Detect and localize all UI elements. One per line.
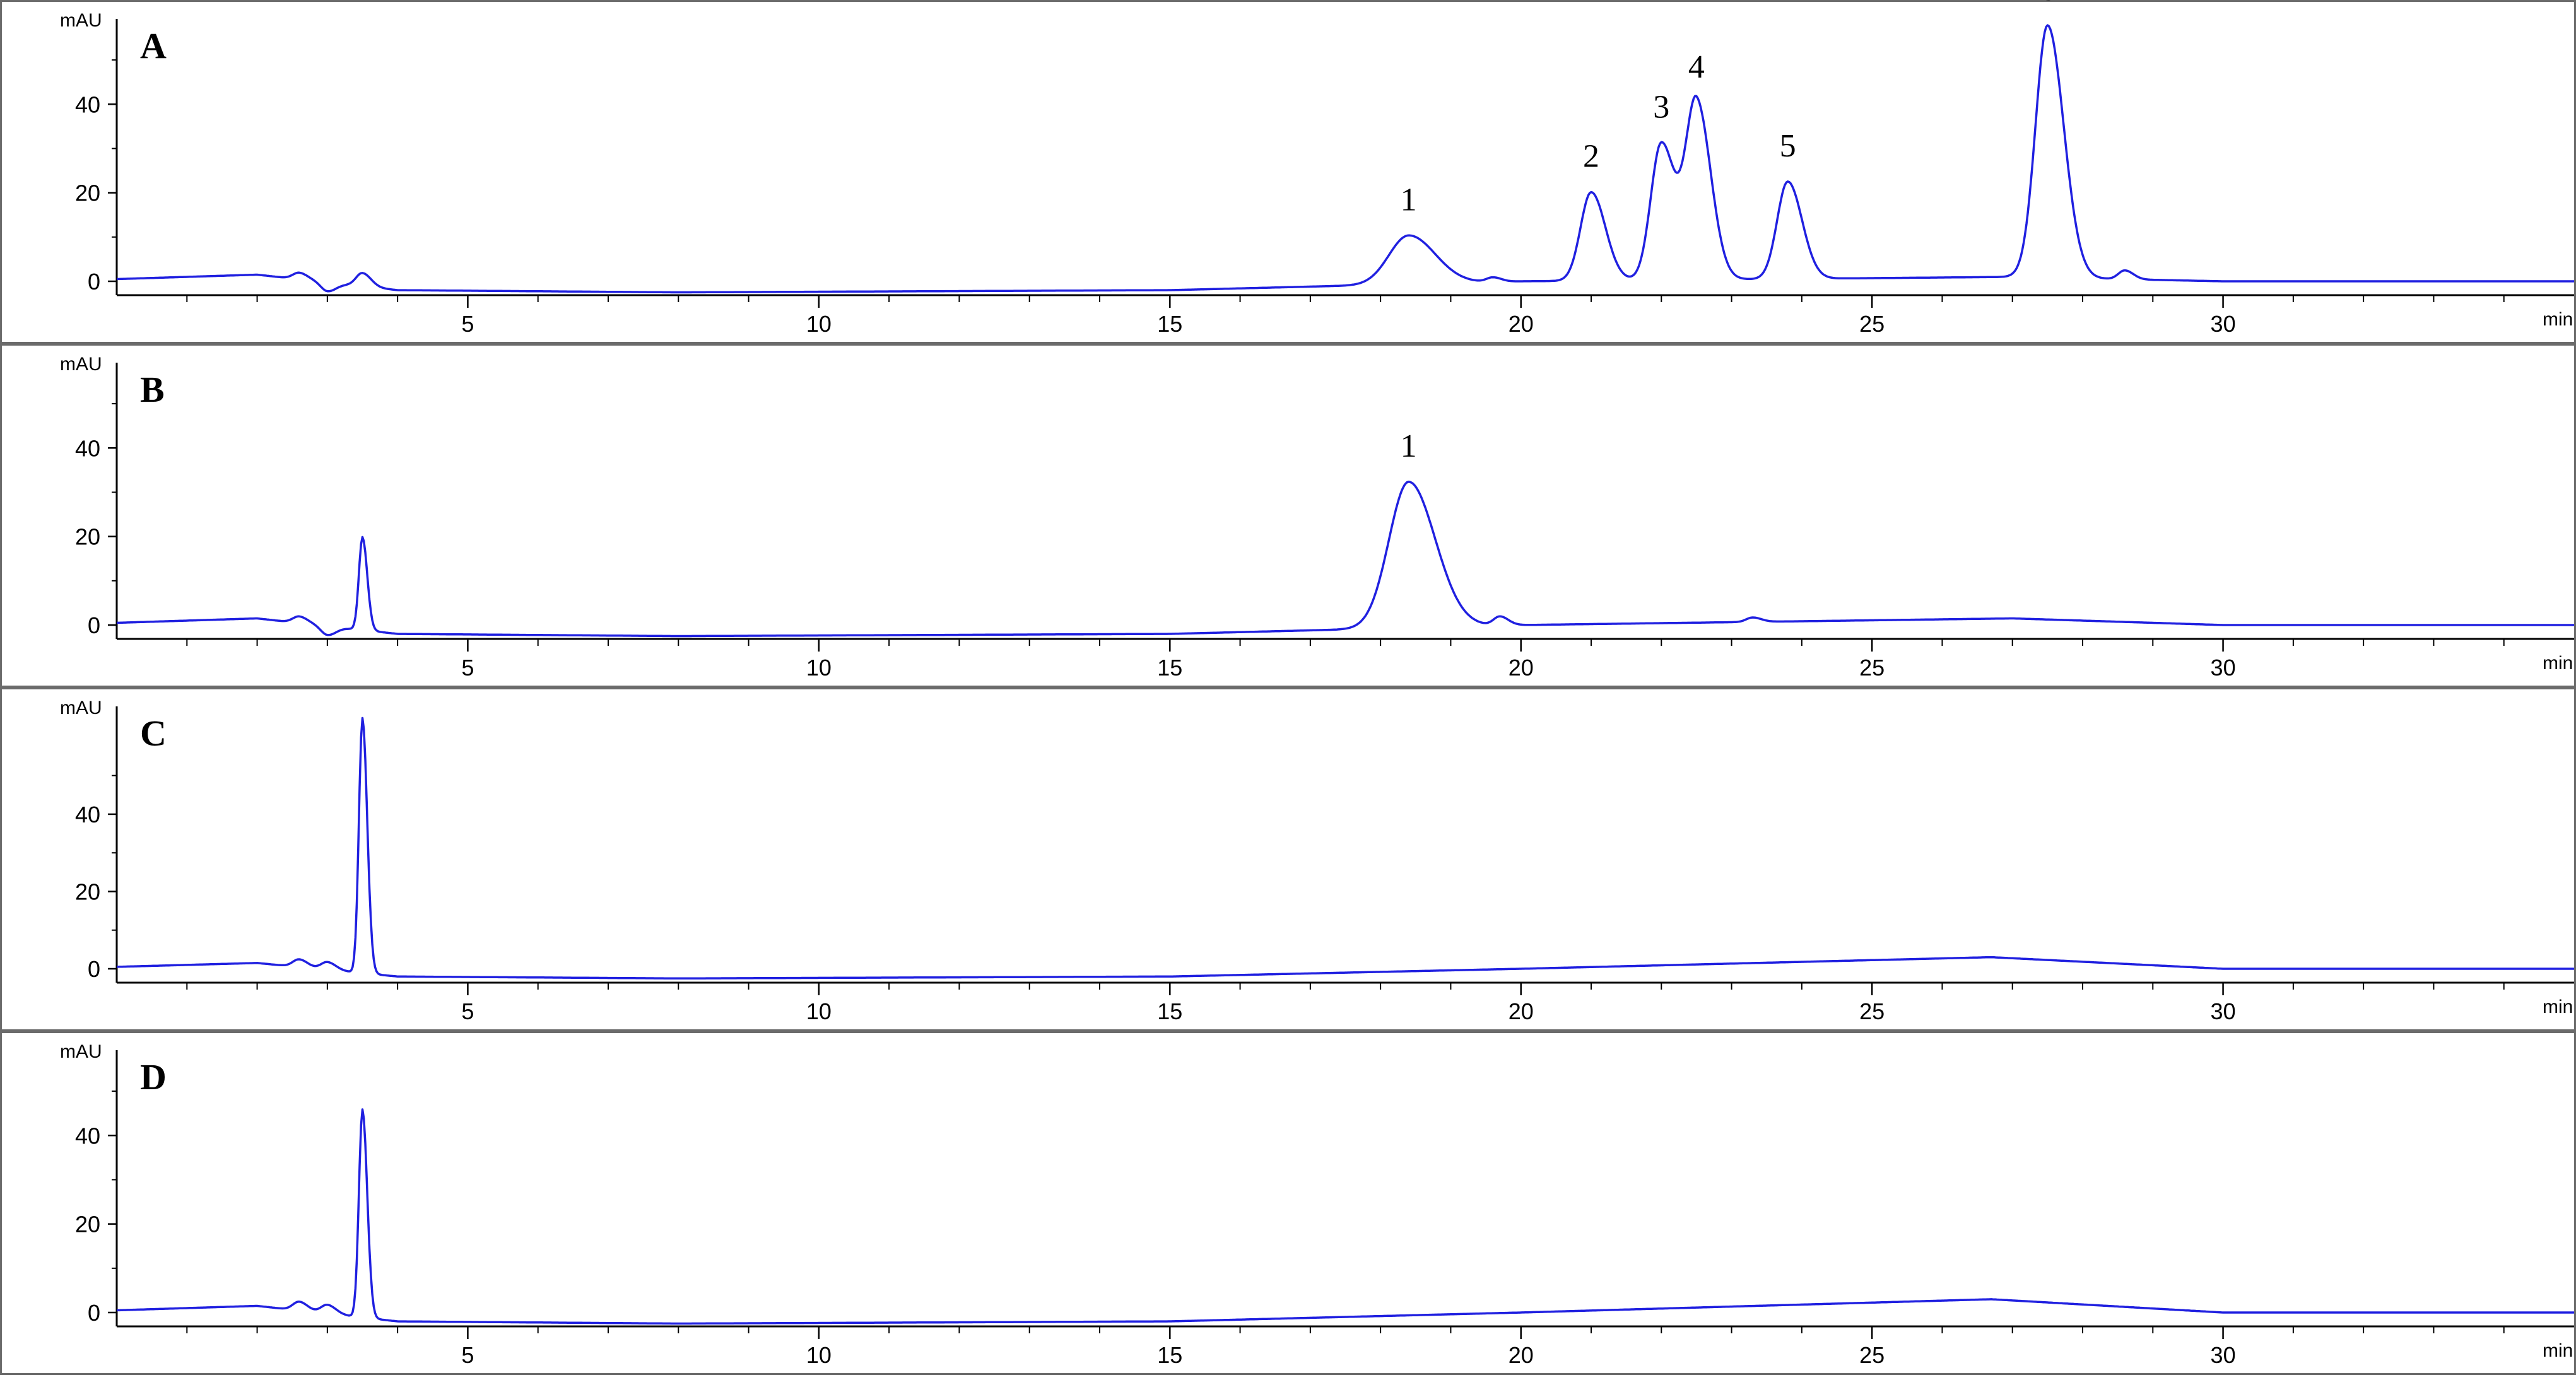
x-tick-label: 20 <box>1509 998 1534 1024</box>
y-axis-unit-label: mAU <box>60 10 102 31</box>
y-tick-label: 0 <box>88 1300 100 1326</box>
x-axis-unit-label: min <box>2543 997 2573 1017</box>
panel-frame <box>0 0 2576 344</box>
x-tick-label: 5 <box>461 998 474 1024</box>
chart-panel-a: mAU min 0 20 40 5 10 15 20 25 30 A 1 2 34 5 6 <box>0 0 2576 344</box>
peak-label-2: 2 <box>1583 139 1599 175</box>
x-tick-label: 30 <box>2211 311 2236 337</box>
panel-label: D <box>140 1056 167 1097</box>
x-tick-label: 5 <box>461 311 474 337</box>
y-tick-label: 40 <box>75 91 100 117</box>
y-tick-label: 40 <box>75 1123 100 1149</box>
panel-frame <box>0 344 2576 687</box>
y-tick-label: 20 <box>75 180 100 206</box>
x-tick-label: 25 <box>1859 655 1885 681</box>
peak-label-4: 4 <box>1688 49 1705 85</box>
chromatogram-figure: mAUmin0204051015202530A123456mAUmin02040… <box>0 0 2576 1375</box>
x-tick-label: 15 <box>1157 311 1182 337</box>
peak-label-1: 1 <box>1401 182 1417 218</box>
panel-frame <box>0 1031 2576 1375</box>
x-tick-label: 15 <box>1157 1342 1182 1368</box>
x-axis-unit-label: min <box>2543 1340 2573 1361</box>
x-tick-label: 10 <box>806 311 832 337</box>
chart-panel-c: mAU min 0 20 40 5 10 15 20 25 30 C <box>0 687 2576 1031</box>
y-axis-unit-label: mAU <box>60 1041 102 1062</box>
y-tick-label: 40 <box>75 435 100 461</box>
x-tick-label: 30 <box>2211 1342 2236 1368</box>
y-tick-label: 20 <box>75 524 100 550</box>
x-tick-label: 10 <box>806 655 832 681</box>
x-tick-label: 5 <box>461 655 474 681</box>
x-axis-unit-label: min <box>2543 653 2573 674</box>
y-tick-label: 0 <box>88 956 100 982</box>
x-tick-label: 30 <box>2211 998 2236 1024</box>
x-axis-unit-label: min <box>2543 309 2573 330</box>
peak-label-6: 6 <box>2039 0 2056 8</box>
x-tick-label: 10 <box>806 998 832 1024</box>
peak-label-5: 5 <box>1780 128 1796 164</box>
y-tick-label: 0 <box>88 269 100 295</box>
y-tick-label: 40 <box>75 802 100 827</box>
panel-frame <box>0 687 2576 1031</box>
y-tick-label: 20 <box>75 1212 100 1237</box>
y-axis-unit-label: mAU <box>60 354 102 375</box>
x-tick-label: 20 <box>1509 1342 1534 1368</box>
y-axis-unit-label: mAU <box>60 698 102 718</box>
chart-panel-b: mAU min 0 20 40 5 10 15 20 25 30 B 1 <box>0 344 2576 687</box>
x-tick-label: 25 <box>1859 311 1885 337</box>
x-tick-label: 15 <box>1157 655 1182 681</box>
x-tick-label: 20 <box>1509 311 1534 337</box>
x-tick-label: 10 <box>806 1342 832 1368</box>
panel-label: A <box>140 25 167 66</box>
y-tick-label: 0 <box>88 612 100 638</box>
x-tick-label: 25 <box>1859 1342 1885 1368</box>
x-tick-label: 20 <box>1509 655 1534 681</box>
x-tick-label: 25 <box>1859 998 1885 1024</box>
peak-label-3: 3 <box>1653 89 1669 125</box>
chart-panel-d: mAU min 0 20 40 5 10 15 20 25 30 D <box>0 1031 2576 1375</box>
panel-label: B <box>140 369 165 410</box>
x-tick-label: 30 <box>2211 655 2236 681</box>
panel-label: C <box>140 713 167 754</box>
x-tick-label: 5 <box>461 1342 474 1368</box>
peak-label-1: 1 <box>1401 428 1417 464</box>
x-tick-label: 15 <box>1157 998 1182 1024</box>
y-tick-label: 20 <box>75 879 100 904</box>
